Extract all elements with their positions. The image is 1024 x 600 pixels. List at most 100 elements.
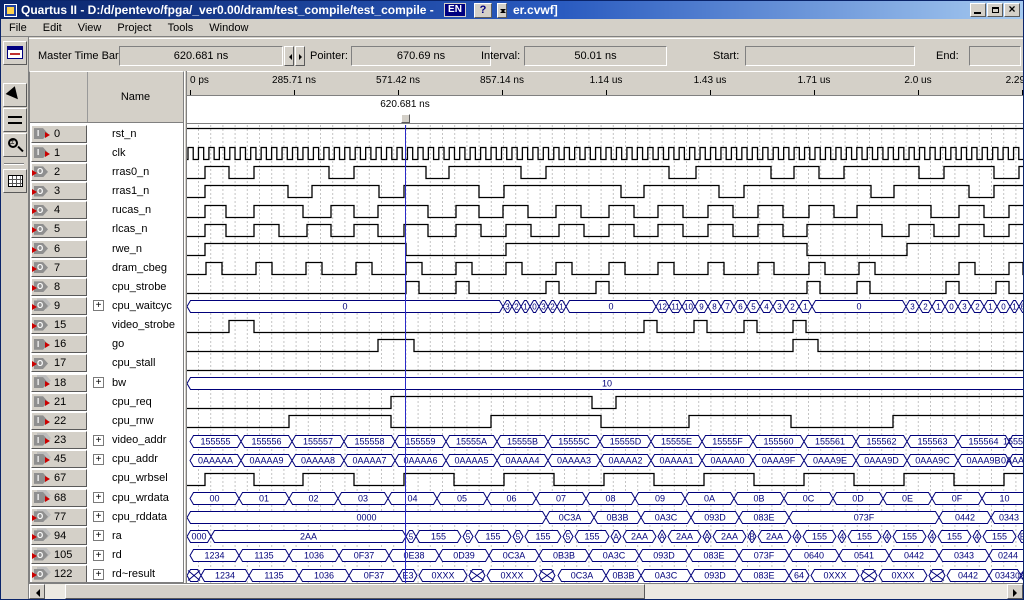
- language-badge[interactable]: EN: [444, 3, 466, 17]
- time-ruler[interactable]: 0 ps285.71 ns571.42 ns857.14 ns1.14 us1.…: [187, 72, 1023, 96]
- signal-name[interactable]: rst_n: [112, 128, 136, 140]
- signal-name[interactable]: rras0_n: [112, 166, 149, 178]
- scroll-left-button[interactable]: [29, 584, 45, 599]
- master-time-prev-button[interactable]: [284, 46, 294, 66]
- signal-number-button[interactable]: O2: [31, 163, 87, 181]
- waveform-row-rwe-n[interactable]: [187, 240, 1023, 259]
- language-options-icon[interactable]: [497, 3, 507, 18]
- signal-row[interactable]: I45+cpu_addr: [30, 450, 183, 469]
- signal-row[interactable]: O7+dram_cbeg: [30, 258, 183, 277]
- language-help-button[interactable]: ?: [474, 3, 492, 18]
- waveform-row-ra[interactable]: 0002AA5155515551555155A2AAA2AAA2AAB2AA41…: [187, 527, 1023, 546]
- selection-tool-button[interactable]: [3, 83, 27, 107]
- waveform-row-rras0-n[interactable]: [187, 163, 1023, 182]
- signal-name[interactable]: cpu_rnw: [112, 415, 154, 427]
- signal-number-button[interactable]: O122: [31, 565, 87, 582]
- signal-row[interactable]: O2+rras0_n: [30, 162, 183, 181]
- signal-number-button[interactable]: I22: [31, 412, 87, 430]
- signal-row[interactable]: O3+rras1_n: [30, 181, 183, 200]
- waveform-row-go[interactable]: [187, 336, 1023, 355]
- expand-group-button[interactable]: +: [93, 454, 104, 465]
- signal-row[interactable]: I23+video_addr: [30, 431, 183, 450]
- signal-number-button[interactable]: O9: [31, 297, 87, 315]
- signal-name[interactable]: cpu_addr: [112, 453, 158, 465]
- signal-number-button[interactable]: I16: [31, 335, 87, 353]
- signal-name[interactable]: ra: [112, 530, 122, 542]
- waveform-row-cpu-req[interactable]: [187, 393, 1023, 412]
- signal-name[interactable]: cpu_rddata: [112, 511, 167, 523]
- signal-row[interactable]: I1+clk: [30, 143, 183, 162]
- signal-number-button[interactable]: O5: [31, 220, 87, 238]
- master-time-bar-line[interactable]: [405, 125, 406, 583]
- signal-row[interactable]: I0+rst_n: [30, 124, 183, 143]
- signal-number-button[interactable]: I1: [31, 144, 87, 162]
- signal-name[interactable]: rras1_n: [112, 185, 149, 197]
- waveform-row-rlcas-n[interactable]: [187, 221, 1023, 240]
- signal-name[interactable]: rwe_n: [112, 243, 142, 255]
- signal-row[interactable]: O8+cpu_strobe: [30, 277, 183, 296]
- menu-item-tools[interactable]: Tools: [160, 20, 202, 36]
- signal-number-button[interactable]: I67: [31, 469, 87, 487]
- signal-name[interactable]: rucas_n: [112, 204, 151, 216]
- expand-group-button[interactable]: +: [93, 300, 104, 311]
- signal-number-button[interactable]: O15: [31, 316, 87, 334]
- waveform-row-rd-result[interactable]: 1234113510360F37E30XXX0XXX0C3A0B3B0A3C09…: [187, 566, 1023, 583]
- menu-item-window[interactable]: Window: [201, 20, 256, 36]
- signal-row[interactable]: I68+cpu_wrdata: [30, 488, 183, 507]
- waveform-row-cpu-addr[interactable]: 0AAAAA0AAAA90AAAA80AAAA70AAAA60AAAA50AAA…: [187, 451, 1023, 470]
- master-time-bar-band[interactable]: 620.681 ns: [187, 97, 1023, 124]
- master-time-field[interactable]: 620.681 ns: [119, 46, 283, 66]
- signal-name[interactable]: go: [112, 338, 124, 350]
- menu-item-edit[interactable]: Edit: [35, 20, 70, 36]
- signal-name[interactable]: rd~result: [112, 568, 155, 580]
- waveform-window-button[interactable]: [3, 41, 27, 65]
- signal-row[interactable]: O5+rlcas_n: [30, 220, 183, 239]
- signal-number-button[interactable]: I23: [31, 431, 87, 449]
- waveform-rows[interactable]: 0321032101211109876543210321032101610155…: [187, 125, 1023, 583]
- close-button[interactable]: ×: [1004, 3, 1020, 17]
- menu-item-project[interactable]: Project: [109, 20, 159, 36]
- signal-row[interactable]: O105+rd: [30, 545, 183, 564]
- signal-name[interactable]: rlcas_n: [112, 223, 147, 235]
- expand-group-button[interactable]: +: [93, 550, 104, 561]
- waveform-row-video-strobe[interactable]: [187, 317, 1023, 336]
- master-time-next-button[interactable]: [295, 46, 305, 66]
- restore-button[interactable]: [987, 3, 1003, 17]
- signal-name[interactable]: bw: [112, 377, 126, 389]
- signal-number-button[interactable]: I0: [31, 125, 87, 143]
- expand-group-button[interactable]: +: [93, 492, 104, 503]
- signal-row[interactable]: O77 + cpu_rddata: [30, 507, 183, 526]
- signal-name[interactable]: dram_cbeg: [112, 262, 167, 274]
- expand-group-button[interactable]: +: [93, 511, 104, 522]
- waveform-row-cpu-wrbsel[interactable]: [187, 470, 1023, 489]
- signal-number-button[interactable]: O3: [31, 182, 87, 200]
- scrollbar-thumb[interactable]: [65, 584, 645, 599]
- waveform-row-cpu-strobe[interactable]: [187, 278, 1023, 297]
- zoom-tool-button[interactable]: [3, 133, 27, 157]
- waveform-row-bw[interactable]: 10: [187, 374, 1023, 393]
- signal-number-button[interactable]: O6: [31, 240, 87, 258]
- full-screen-tool-button[interactable]: [3, 169, 27, 193]
- signal-name[interactable]: video_strobe: [112, 319, 175, 331]
- waveform-row-cpu-stall[interactable]: [187, 355, 1023, 374]
- signal-name[interactable]: cpu_req: [112, 396, 152, 408]
- signal-number-button[interactable]: O17: [31, 354, 87, 372]
- signal-number-button[interactable]: I68: [31, 489, 87, 507]
- edit-tool-button[interactable]: [3, 108, 27, 132]
- waveform-row-clk[interactable]: [187, 144, 1023, 163]
- menu-item-file[interactable]: File: [1, 20, 35, 36]
- signal-name[interactable]: cpu_waitcyc: [112, 300, 172, 312]
- waveform-row-cpu-rddata[interactable]: 00000C3A0B3B0A3C093D083E073F04420343: [187, 508, 1023, 527]
- signal-name[interactable]: cpu_strobe: [112, 281, 166, 293]
- waveform-row-rd[interactable]: 1234113510360F370E380D390C3A0B3B0A3C093D…: [187, 546, 1023, 565]
- waveform-row-rst-n[interactable]: [187, 125, 1023, 144]
- signal-number-button[interactable]: O105: [31, 546, 87, 564]
- signal-row[interactable]: I22+cpu_rnw: [30, 411, 183, 430]
- signal-row[interactable]: I16+go: [30, 335, 183, 354]
- signal-row[interactable]: I18+bw: [30, 373, 183, 392]
- menu-item-view[interactable]: View: [70, 20, 110, 36]
- signal-row[interactable]: O15+video_strobe: [30, 316, 183, 335]
- signal-number-button[interactable]: O77: [31, 508, 87, 526]
- signal-number-button[interactable]: O8: [31, 278, 87, 296]
- expand-group-button[interactable]: +: [93, 530, 104, 541]
